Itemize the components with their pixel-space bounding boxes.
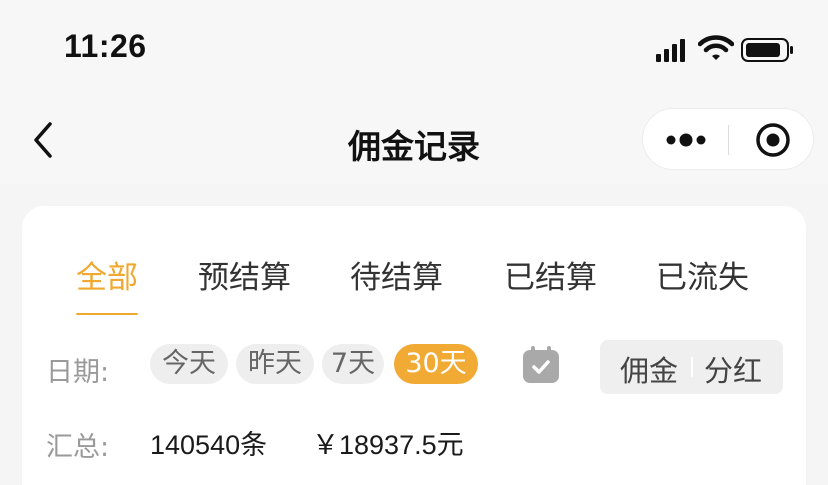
date-label: 日期:	[46, 357, 110, 388]
summary-row: 汇总: 140540条 ￥18937.5元	[22, 419, 806, 463]
tab-all[interactable]: 全部	[76, 252, 138, 315]
filter-card: 全部 预结算 待结算 已结算 已流失 日期: 今天 昨天 7天 30天 佣金 分…	[22, 206, 806, 485]
commission-dividend-toggle: 佣金 分红	[600, 340, 783, 394]
date-chip-today[interactable]: 今天	[150, 344, 228, 384]
summary-amount: ￥18937.5元	[312, 430, 464, 460]
tab-active-underline	[76, 313, 138, 315]
cellular-signal-icon	[656, 39, 685, 62]
status-tabs: 全部 预结算 待结算 已结算 已流失	[22, 252, 806, 315]
status-time: 11:26	[64, 28, 147, 64]
calendar-check-icon[interactable]	[522, 346, 560, 384]
date-chip-7days[interactable]: 7天	[322, 344, 384, 384]
close-button[interactable]	[729, 109, 815, 171]
wifi-icon	[698, 35, 734, 60]
date-chip-30days[interactable]: 30天	[394, 344, 478, 384]
battery-icon	[741, 38, 793, 62]
tab-label: 全部	[76, 260, 138, 296]
toggle-commission[interactable]: 佣金	[620, 348, 678, 390]
more-dots-icon	[666, 133, 706, 147]
tab-lost[interactable]: 已流失	[656, 252, 749, 297]
date-chip-yesterday[interactable]: 昨天	[236, 344, 314, 384]
nav-bar: 佣金记录	[0, 92, 828, 184]
toggle-dividend[interactable]: 分红	[704, 348, 762, 390]
miniprogram-capsule	[642, 108, 814, 170]
more-button[interactable]	[643, 109, 728, 171]
tab-settled[interactable]: 已结算	[504, 252, 597, 297]
tab-pre-settle[interactable]: 预结算	[198, 252, 291, 297]
tab-pending-settle[interactable]: 待结算	[350, 252, 443, 297]
date-filter-row: 日期: 今天 昨天 7天 30天 佣金 分红	[22, 340, 806, 394]
back-chevron-icon[interactable]	[28, 120, 62, 160]
status-bar: 11:26	[0, 0, 828, 92]
target-close-icon	[756, 123, 790, 157]
summary-count: 140540条	[150, 430, 268, 460]
toggle-divider	[691, 357, 693, 377]
summary-label: 汇总:	[46, 432, 110, 463]
